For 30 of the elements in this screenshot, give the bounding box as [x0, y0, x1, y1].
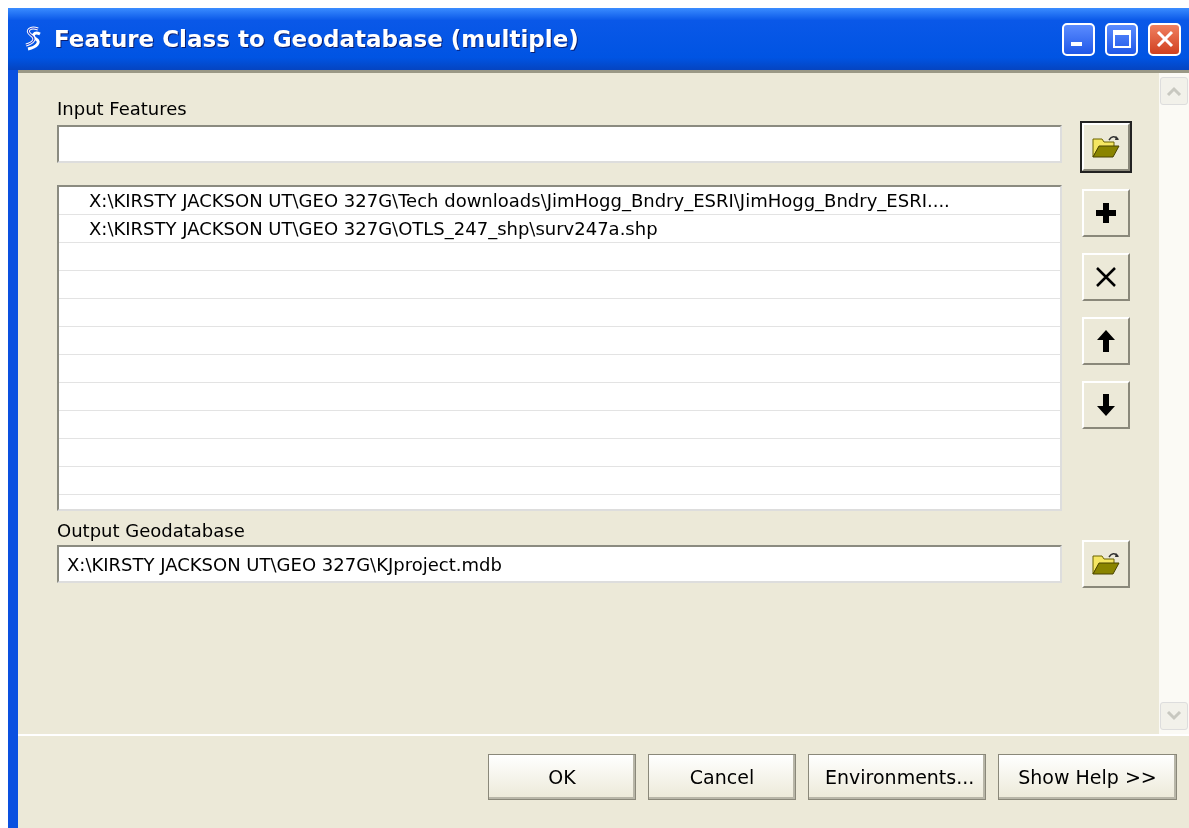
- close-icon: [1154, 29, 1175, 49]
- output-field[interactable]: X:\KIRSTY JACKSON UT\GEO 327G\KJproject.mdb: [57, 545, 1062, 583]
- add-button[interactable]: [1082, 189, 1130, 237]
- minimize-icon: [1071, 42, 1082, 46]
- field-label: Input Features: [57, 96, 188, 121]
- move-up-button[interactable]: [1082, 317, 1130, 365]
- move-down-button[interactable]: [1082, 381, 1130, 429]
- plus-icon: [1094, 201, 1118, 225]
- up-arrow-icon: [1096, 329, 1116, 353]
- close-button[interactable]: [1148, 22, 1181, 56]
- open-folder-icon: [1091, 551, 1121, 577]
- list-item[interactable]: X:\KIRSTY JACKSON UT\GEO 327G\Tech downloads\JimHogg_Bndry_ESRI\JimHogg_Bndry_ESRI....: [59, 187, 1060, 215]
- input-list[interactable]: X:\KIRSTY JACKSON UT\GEO 327G\Tech downloads\JimHogg_Bndry_ESRI\JimHogg_Bndry_ESRI.... X:\KIRSTY JACKSON UT\GEO 327G\OTLS_247_shp\surv247a.shp: [57, 185, 1062, 511]
- dialog-button[interactable]: OK: [488, 754, 636, 800]
- maximize-button[interactable]: [1105, 22, 1138, 56]
- dialog-button[interactable]: Show Help >>: [998, 754, 1177, 800]
- browse-button[interactable]: [1082, 540, 1130, 588]
- remove-button[interactable]: [1082, 253, 1130, 301]
- list-item[interactable]: X:\KIRSTY JACKSON UT\GEO 327G\OTLS_247_shp\surv247a.shp: [59, 215, 1060, 243]
- dialog-button[interactable]: Cancel: [648, 754, 796, 800]
- dialog-button[interactable]: Environments...: [808, 754, 986, 800]
- field-label: Output Geodatabase: [57, 518, 246, 543]
- minimize-button[interactable]: [1062, 22, 1095, 56]
- input-field[interactable]: [57, 125, 1062, 163]
- maximize-icon: [1111, 29, 1132, 49]
- x-icon: [1094, 265, 1118, 289]
- open-folder-icon: [1091, 134, 1121, 160]
- window-title: Feature Class to Geodatabase (multiple): [54, 26, 580, 52]
- down-arrow-icon: [1096, 393, 1116, 417]
- browse-button[interactable]: [1082, 123, 1130, 171]
